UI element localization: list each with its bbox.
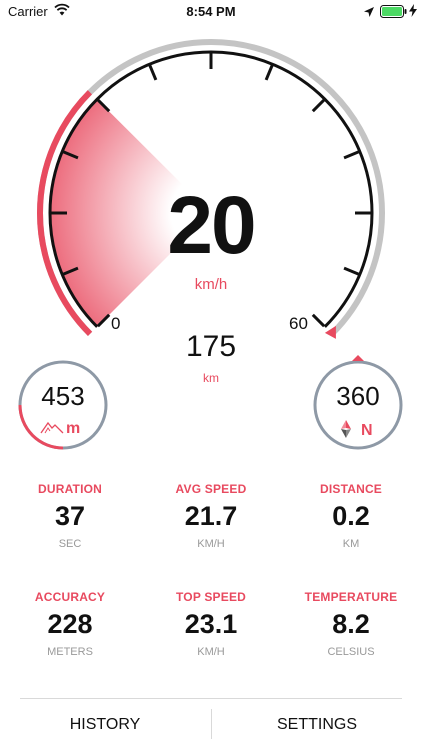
settings-button[interactable]: SETTINGS: [212, 699, 422, 750]
speed-unit: km/h: [194, 276, 228, 293]
stat-temperature: TEMPERATURE 8.2 CELSIUS: [281, 590, 421, 658]
stat-duration: DURATION 37 SEC: [0, 482, 140, 550]
stat-value: 228: [47, 609, 93, 639]
stat-label: TEMPERATURE: [304, 590, 398, 604]
stat-value: 0.2: [332, 501, 370, 531]
stat-unit: METERS: [47, 646, 93, 658]
scale-max-label: 60: [289, 314, 308, 333]
stat-label: TOP SPEED: [175, 590, 247, 604]
gauge-end-marker: [324, 325, 336, 339]
gauge-tick: [343, 150, 360, 160]
stat-unit: KM: [342, 538, 360, 550]
altitude-value: 453: [41, 381, 85, 411]
altitude-unit: m: [66, 420, 81, 437]
stat-label: DURATION: [37, 482, 103, 496]
stat-top-speed: TOP SPEED 23.1 KM/H: [141, 590, 281, 658]
stat-label: DISTANCE: [319, 482, 383, 496]
odometer-distance: 175: [185, 330, 237, 363]
stat-unit: KM/H: [197, 646, 225, 658]
stat-avg-speed: AVG SPEED 21.7 KM/H: [141, 482, 281, 550]
stat-unit: CELSIUS: [327, 646, 375, 658]
heading-marker: [352, 355, 364, 361]
gauge-tick: [311, 98, 326, 113]
stat-value: 37: [54, 501, 86, 531]
current-speed: 20: [167, 180, 256, 271]
stat-value: 21.7: [184, 501, 238, 531]
scale-min-label: 0: [111, 314, 121, 333]
bottom-bar: HISTORY SETTINGS: [0, 699, 422, 750]
stat-label: AVG SPEED: [175, 482, 247, 496]
stat-distance: DISTANCE 0.2 KM: [281, 482, 421, 550]
heading-value: 360: [336, 381, 380, 411]
stat-value: 8.2: [332, 609, 370, 639]
odometer-unit: km: [203, 371, 219, 385]
stat-unit: SEC: [58, 538, 82, 550]
gauge-tick: [311, 313, 326, 328]
stat-label: ACCURACY: [34, 590, 106, 604]
compass-needle-icon: [340, 420, 352, 443]
heading-direction: N: [361, 422, 373, 439]
mountain-icon: [40, 420, 64, 439]
gauge-tick: [343, 266, 360, 276]
gauge-tick: [148, 64, 158, 81]
history-button[interactable]: HISTORY: [0, 699, 210, 750]
stat-unit: KM/H: [197, 538, 225, 550]
gauge-tick: [264, 64, 274, 81]
stat-accuracy: ACCURACY 228 METERS: [0, 590, 140, 658]
stat-value: 23.1: [184, 609, 238, 639]
